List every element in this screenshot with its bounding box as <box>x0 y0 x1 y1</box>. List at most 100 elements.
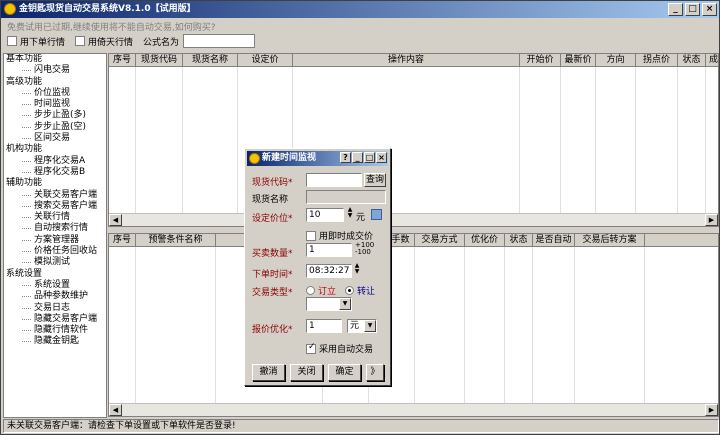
tree-item[interactable]: 程序化交易B <box>4 167 106 178</box>
time-label: 下单时间* <box>252 270 293 280</box>
tree-item[interactable]: 交易日志 <box>4 303 106 314</box>
opt-input[interactable]: 1 <box>306 319 342 333</box>
opt-unit-select[interactable]: 元 ▼ <box>347 319 377 333</box>
type-open-label: 订立 <box>318 287 337 297</box>
tree-group[interactable]: 辅助功能 <box>4 178 106 189</box>
tree-item[interactable]: 模拟测试 <box>4 257 106 268</box>
column-header[interactable]: 交易后转方案 <box>575 234 645 246</box>
opt-unit-value: 元 <box>350 321 360 331</box>
price-unit: 元 <box>356 213 366 223</box>
tree-item[interactable]: 隐藏金钥匙 <box>4 336 106 347</box>
scroll-left-icon[interactable]: ◀ <box>109 404 122 416</box>
column-header[interactable]: 操作内容 <box>293 54 520 66</box>
time-input[interactable]: 08:32:27 <box>306 264 352 278</box>
scroll-right-icon[interactable]: ▶ <box>705 214 718 226</box>
auto-trade-label: 采用自动交易 <box>319 345 374 355</box>
tree-item[interactable]: 关联行情 <box>4 212 106 223</box>
tree-item[interactable]: 关联交易客户端 <box>4 190 106 201</box>
name-field <box>306 190 386 204</box>
ok-button[interactable]: 确定 <box>328 364 361 381</box>
chevron-down-icon[interactable]: ▼ <box>339 298 351 310</box>
function-tree[interactable]: 基本功能 闪电交易 高级功能 价位监视 时间监视 步步止盈(多) 步步止盈(空) 区间交易 机构… <box>3 53 107 418</box>
column-header[interactable]: 成交价 <box>706 54 718 66</box>
column-header[interactable]: 方向 <box>596 54 636 66</box>
trial-notice[interactable]: 免费试用已过期,继续使用将不能自动交易,如何购买? <box>7 20 216 33</box>
column-header[interactable]: 最新价 <box>561 54 596 66</box>
column-header[interactable]: 状态 <box>505 234 533 246</box>
close-dialog-button[interactable]: 关闭 <box>290 364 323 381</box>
column-header[interactable]: 交易方式 <box>415 234 465 246</box>
toolbar: 用下单行情 用倚天行情 公式名为 <box>7 34 265 48</box>
column-header[interactable]: 现货代码 <box>136 54 183 66</box>
maximize-button[interactable]: □ <box>685 3 700 16</box>
chevron-down-icon[interactable]: ▼ <box>364 320 376 332</box>
price-input[interactable]: 10 <box>306 208 344 222</box>
type-select[interactable]: ▼ <box>306 297 352 311</box>
app-logo-icon <box>4 3 16 15</box>
monitor-table: 序号现货代码现货名称设定价操作内容开始价最新价方向拐点价状态成交价 ◀ ▶ <box>108 53 719 227</box>
opt-label: 报价优化* <box>252 325 293 335</box>
column-header[interactable]: 现货名称 <box>183 54 238 66</box>
tree-item[interactable]: 隐藏交易客户端 <box>4 314 106 325</box>
use-third-quote-label: 用倚天行情 <box>88 37 134 48</box>
alert-table: 序号预警条件名称交易代码交易手数交易方式优化价状态是否自动交易后转方案 ◀ ▶ <box>108 233 719 417</box>
alert-table-header: 序号预警条件名称交易代码交易手数交易方式优化价状态是否自动交易后转方案 <box>109 234 718 247</box>
type-open-radio[interactable] <box>306 286 315 295</box>
column-header[interactable]: 序号 <box>109 54 136 66</box>
tree-item[interactable]: 品种参数维护 <box>4 291 106 302</box>
column-header[interactable]: 预警条件名称 <box>136 234 216 246</box>
monitor-table-scrollbar[interactable]: ◀ ▶ <box>109 213 718 226</box>
tree-item[interactable]: 步步止盈(空) <box>4 122 106 133</box>
tree-item[interactable]: 价位监视 <box>4 88 106 99</box>
tree-item[interactable]: 隐藏行情软件 <box>4 325 106 336</box>
tree-item[interactable]: 自动搜索行情 <box>4 223 106 234</box>
column-header[interactable]: 序号 <box>109 234 136 246</box>
more-button[interactable]: 》 <box>366 364 384 381</box>
cancel-button[interactable]: 撤消 <box>252 364 285 381</box>
code-input[interactable] <box>306 173 362 187</box>
type-transfer-radio[interactable] <box>345 286 355 295</box>
auto-trade-checkbox[interactable] <box>306 342 316 354</box>
close-button[interactable]: × <box>702 3 717 16</box>
tree-group[interactable]: 机构功能 <box>4 144 106 155</box>
time-spinner[interactable]: ▲ ▼ <box>353 263 361 275</box>
monitor-table-header: 序号现货代码现货名称设定价操作内容开始价最新价方向拐点价状态成交价 <box>109 54 718 67</box>
tree-item[interactable]: 方案管理器 <box>4 235 106 246</box>
tree-item[interactable]: 闪电交易 <box>4 65 106 76</box>
tree-item[interactable]: 搜索交易客户端 <box>4 201 106 212</box>
use-third-quote-checkbox[interactable] <box>75 36 86 46</box>
qty-input[interactable]: 1 <box>306 243 352 257</box>
tree-group[interactable]: 基本功能 <box>4 54 106 65</box>
window-title: 金钥匙现货自动交易系统V8.1.0【试用版】 <box>19 4 196 14</box>
scroll-right-icon[interactable]: ▶ <box>705 404 718 416</box>
tree-item[interactable]: 程序化交易A <box>4 156 106 167</box>
tree-item[interactable]: 时间监视 <box>4 99 106 110</box>
use-deal-price-checkbox[interactable] <box>306 230 316 241</box>
calc-icon[interactable] <box>371 209 382 220</box>
tree-item[interactable]: 系统设置 <box>4 280 106 291</box>
tree-group[interactable]: 高级功能 <box>4 77 106 88</box>
column-header[interactable]: 开始价 <box>520 54 561 66</box>
price-spinner[interactable]: ▲ ▼ <box>346 207 354 219</box>
scroll-left-icon[interactable]: ◀ <box>109 214 122 226</box>
price-label: 设定价位* <box>252 214 293 224</box>
column-header[interactable]: 拐点价 <box>636 54 678 66</box>
type-transfer-label: 转让 <box>357 287 376 297</box>
app-window: 金钥匙现货自动交易系统V8.1.0【试用版】 _ □ × 免费试用已过期,继续使… <box>0 0 720 435</box>
column-header[interactable]: 优化价 <box>465 234 505 246</box>
tree-item[interactable]: 步步止盈(多) <box>4 110 106 121</box>
query-button[interactable]: 查询 <box>364 173 386 187</box>
column-header[interactable]: 是否自动 <box>533 234 575 246</box>
qty-minus-button[interactable]: -100 <box>355 249 374 256</box>
alert-table-scrollbar[interactable]: ◀ ▶ <box>109 403 718 416</box>
name-label: 现货名称 <box>252 195 289 205</box>
minimize-button[interactable]: _ <box>668 3 683 16</box>
tree-item[interactable]: 区间交易 <box>4 133 106 144</box>
formula-input[interactable] <box>183 34 256 48</box>
tree-item[interactable]: 价格任务回收站 <box>4 246 106 257</box>
new-time-monitor-dialog: 新建时间监视 ? _ □ × 现货代码* 查询 现货名称 设定价位* 10 ▲ ▼… <box>244 148 391 386</box>
tree-group[interactable]: 系统设置 <box>4 269 106 280</box>
use-order-quote-checkbox[interactable] <box>7 36 17 46</box>
column-header[interactable]: 设定价 <box>238 54 293 66</box>
column-header[interactable]: 状态 <box>678 54 706 66</box>
